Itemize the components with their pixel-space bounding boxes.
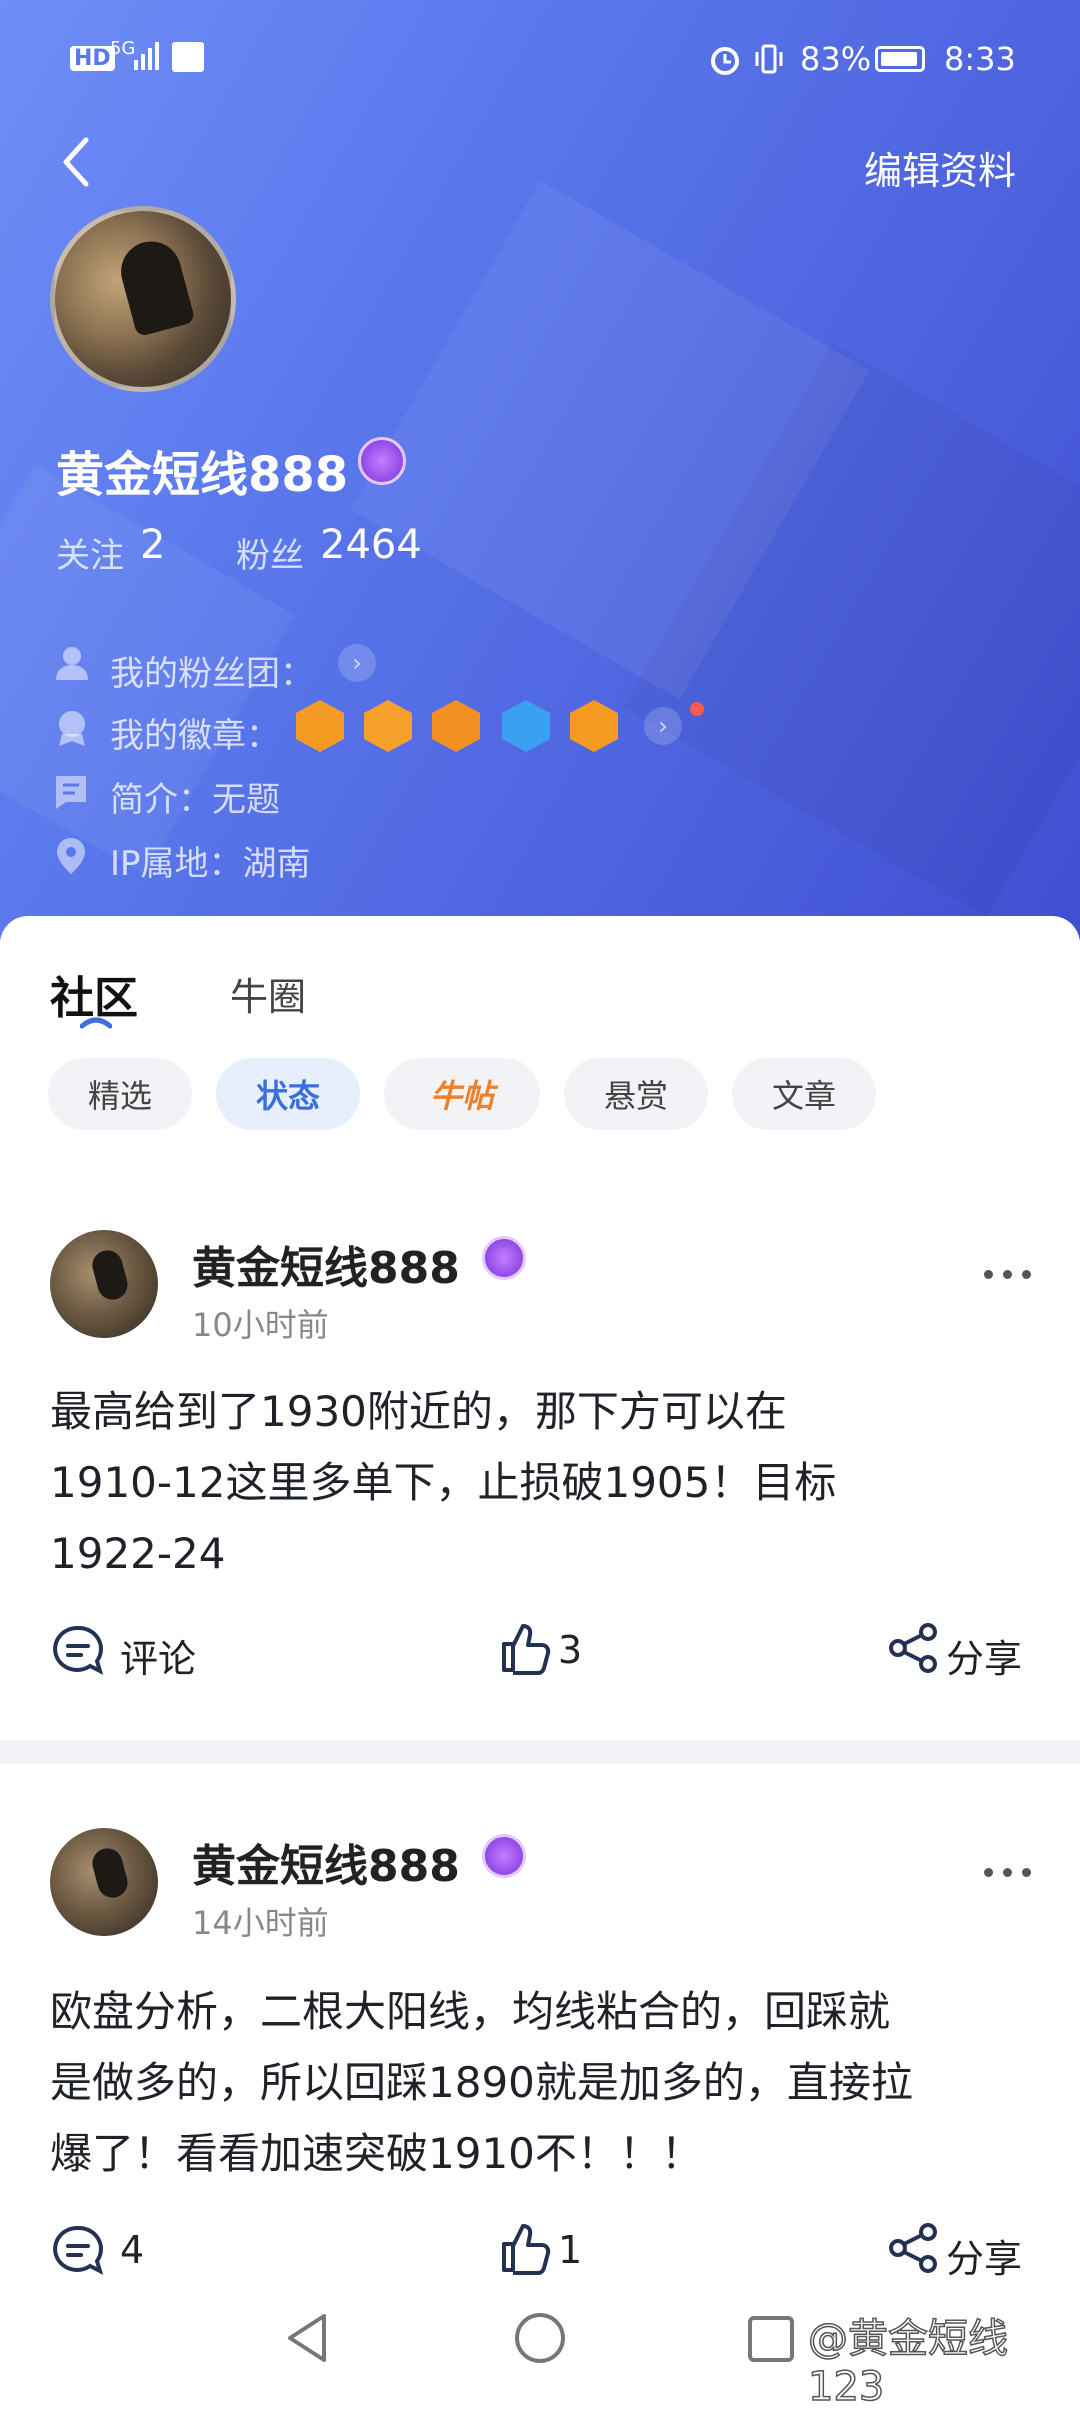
verified-badge-icon: [482, 1236, 526, 1280]
post-line: 是做多的，所以回踩1890就是加多的，直接拉: [50, 2058, 913, 2107]
ip-location: IP属地：湖南: [110, 844, 311, 884]
share-button[interactable]: 分享: [946, 1628, 1022, 1683]
filter-featured[interactable]: 精选: [48, 1058, 192, 1130]
nav-back-icon[interactable]: [282, 2310, 332, 2366]
avatar[interactable]: [50, 206, 236, 392]
battery-percent: 83%: [800, 40, 872, 78]
intro-icon: [56, 776, 86, 809]
filter-niutie[interactable]: 牛帖: [384, 1058, 540, 1130]
fans-label[interactable]: 粉丝: [236, 528, 304, 577]
post-time: 10小时前: [192, 1306, 329, 1344]
filter-articles[interactable]: 文章: [732, 1058, 876, 1130]
share-icon[interactable]: [888, 1622, 940, 1674]
post-divider: [0, 1740, 1080, 1764]
filter-bounty[interactable]: 悬赏: [564, 1058, 708, 1130]
nav-home-icon[interactable]: [512, 2310, 568, 2366]
badges-label[interactable]: 我的徽章：: [110, 708, 280, 757]
medal-icon: [59, 711, 85, 746]
like-count[interactable]: 3: [558, 1628, 582, 1672]
comment-icon[interactable]: [52, 1624, 104, 1676]
fan-group-label[interactable]: 我的粉丝团：: [110, 646, 314, 695]
post-line: 爆了！看看加速突破1910不！！！: [50, 2129, 703, 2178]
notification-icon: [172, 42, 204, 72]
follow-count[interactable]: 2: [140, 522, 165, 568]
person-icon: [56, 647, 88, 680]
fan-group-chevron-icon[interactable]: ›: [338, 644, 376, 682]
location-icon: [57, 838, 85, 874]
comment-count[interactable]: 4: [120, 2228, 144, 2272]
post-line: 欧盘分析，二根大阳线，均线粘合的，回踩就: [50, 1987, 891, 2036]
back-icon[interactable]: [56, 132, 96, 192]
post-line: 最高给到了1930附近的，那下方可以在: [50, 1387, 787, 1436]
comment-button[interactable]: 评论: [120, 1628, 196, 1683]
vibrate-icon: [755, 44, 783, 74]
more-options-icon[interactable]: [984, 1270, 1031, 1279]
share-icon[interactable]: [888, 2222, 940, 2274]
share-button[interactable]: 分享: [946, 2228, 1022, 2283]
filter-status[interactable]: 状态: [216, 1058, 360, 1130]
like-icon[interactable]: [498, 1620, 552, 1676]
like-count[interactable]: 1: [558, 2228, 582, 2272]
intro-text: 简介：无题: [110, 780, 280, 820]
nav-recents-icon[interactable]: [746, 2314, 796, 2364]
signal-icon: [134, 42, 159, 70]
post-body[interactable]: 欧盘分析，二根大阳线，均线粘合的，回踩就 是做多的，所以回踩1890就是加多的，…: [50, 1976, 980, 2189]
profile-name: 黄金短线888: [56, 447, 349, 503]
post-author-avatar[interactable]: [50, 1230, 158, 1338]
new-badge-dot: [690, 702, 704, 716]
post-author-avatar[interactable]: [50, 1828, 158, 1936]
battery-icon: [875, 46, 925, 72]
clock: 8:33: [944, 40, 1016, 78]
active-tab-indicator: [80, 1017, 112, 1029]
post-body[interactable]: 最高给到了1930附近的，那下方可以在 1910-12这里多单下，止损破1905…: [50, 1376, 980, 1589]
post-line: 1910-12这里多单下，止损破1905！目标: [50, 1458, 837, 1507]
fans-count[interactable]: 2464: [320, 522, 422, 568]
verified-badge-icon: [482, 1834, 526, 1878]
like-icon[interactable]: [498, 2220, 552, 2276]
edit-profile-button[interactable]: 编辑资料: [864, 140, 1016, 195]
post-time: 14小时前: [192, 1904, 329, 1942]
alarm-icon: [711, 47, 739, 75]
comment-icon[interactable]: [52, 2224, 104, 2276]
post-author-name[interactable]: 黄金短线888: [192, 1232, 460, 1296]
status-bar: HD 5G 83% 8:33: [0, 38, 1080, 90]
post-author-name[interactable]: 黄金短线888: [192, 1830, 460, 1894]
verified-badge-icon: [358, 437, 406, 485]
more-options-icon[interactable]: [984, 1868, 1031, 1877]
badges-chevron-icon[interactable]: ›: [644, 707, 682, 745]
watermark: @黄金短线123: [807, 2315, 1009, 2410]
hd-indicator: HD: [70, 46, 115, 71]
tab-niuquan[interactable]: 牛圈: [230, 966, 306, 1021]
follow-label[interactable]: 关注: [56, 528, 124, 577]
post-line: 1922-24: [50, 1529, 226, 1578]
